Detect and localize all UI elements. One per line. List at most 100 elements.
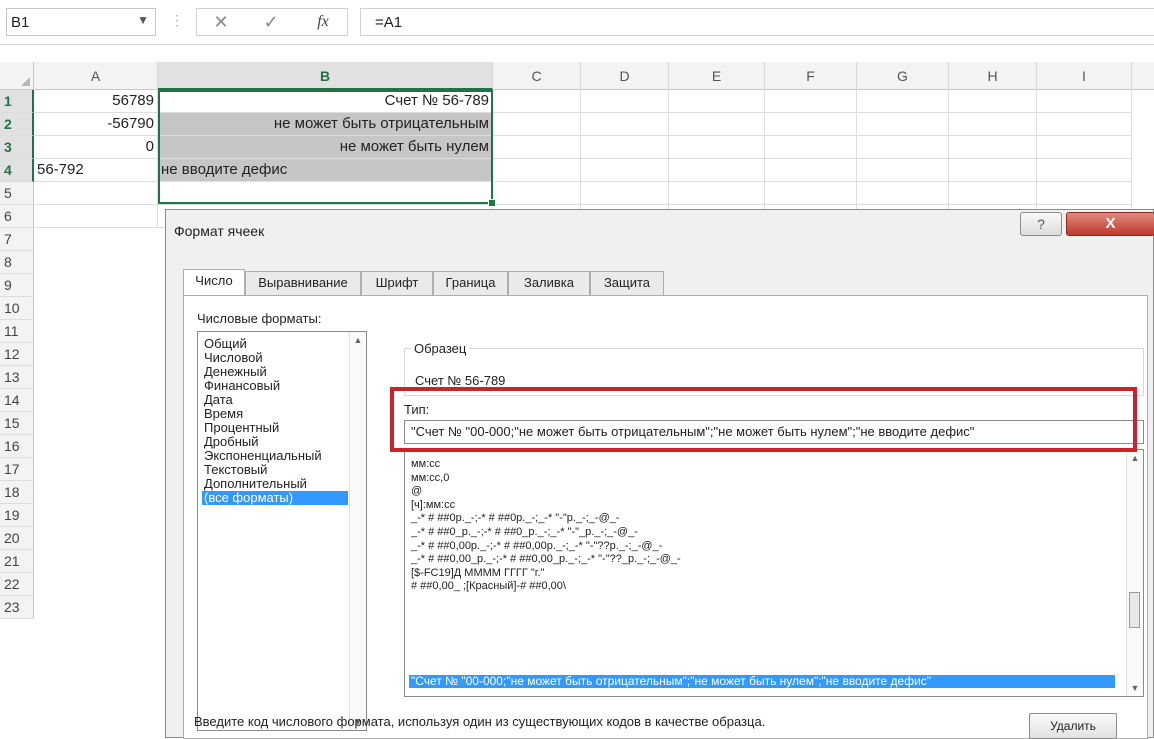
column-header-b[interactable]: B — [158, 62, 493, 90]
row-header-19[interactable]: 19 — [0, 504, 34, 527]
cell-i1[interactable] — [1037, 90, 1132, 113]
cell-d2[interactable] — [581, 113, 669, 136]
cell-c5[interactable] — [493, 182, 581, 205]
cell-i5[interactable] — [1037, 182, 1132, 205]
category-scrollbar[interactable]: ▲ ▼ — [349, 332, 366, 730]
category-item[interactable]: Общий — [204, 337, 247, 351]
cell-a1[interactable]: 56789 — [34, 90, 158, 113]
cell-c3[interactable] — [493, 136, 581, 159]
row-header-14[interactable]: 14 — [0, 389, 34, 412]
cell-e4[interactable] — [669, 159, 765, 182]
scroll-up-icon[interactable]: ▲ — [1127, 450, 1143, 466]
tab-font[interactable]: Шрифт — [361, 271, 433, 295]
row-header-1[interactable]: 1 — [0, 90, 34, 113]
format-code-item[interactable]: @ — [411, 485, 422, 498]
help-icon[interactable]: ? — [1020, 212, 1062, 236]
row-header-10[interactable]: 10 — [0, 297, 34, 320]
cell-d5[interactable] — [581, 182, 669, 205]
cell-g5[interactable] — [857, 182, 949, 205]
tab-protection[interactable]: Защита — [590, 271, 664, 295]
row-header-15[interactable]: 15 — [0, 412, 34, 435]
category-item[interactable]: Финансовый — [204, 379, 280, 393]
format-code-item[interactable]: мм:сс — [411, 458, 440, 471]
cell-h2[interactable] — [949, 113, 1037, 136]
format-code-item[interactable]: _-* # ##0р._-;-* # ##0р._-;_-* "-"р._-;_… — [411, 512, 620, 525]
format-code-item[interactable]: [ч]:мм:сс — [411, 499, 455, 512]
cell-e5[interactable] — [669, 182, 765, 205]
cell-d3[interactable] — [581, 136, 669, 159]
format-code-item[interactable]: [$-FC19]Д ММММ ГГГГ "г." — [411, 567, 544, 580]
format-code-item[interactable]: _-* # ##0_р._-;-* # ##0_р._-;_-* "-"_р._… — [411, 526, 638, 539]
cell-a5[interactable] — [34, 182, 158, 205]
cell-f3[interactable] — [765, 136, 857, 159]
row-header-6[interactable]: 6 — [0, 205, 34, 228]
cell-i3[interactable] — [1037, 136, 1132, 159]
row-header-7[interactable]: 7 — [0, 228, 34, 251]
tab-alignment[interactable]: Выравнивание — [245, 271, 361, 295]
row-header-20[interactable]: 20 — [0, 527, 34, 550]
category-item[interactable]: Текстовый — [204, 463, 267, 477]
format-scrollbar[interactable]: ▲ ▼ — [1126, 450, 1143, 696]
cell-g3[interactable] — [857, 136, 949, 159]
cell-h4[interactable] — [949, 159, 1037, 182]
formula-input[interactable]: =A1 — [360, 8, 1154, 36]
row-header-5[interactable]: 5 — [0, 182, 34, 205]
column-header-i[interactable]: I — [1037, 62, 1132, 90]
scroll-down-icon[interactable]: ▼ — [1127, 680, 1143, 696]
cell-e2[interactable] — [669, 113, 765, 136]
category-item[interactable]: Процентный — [204, 421, 279, 435]
category-item[interactable]: Экспоненциальный — [204, 449, 322, 463]
cell-c4[interactable] — [493, 159, 581, 182]
cell-d1[interactable] — [581, 90, 669, 113]
row-header-9[interactable]: 9 — [0, 274, 34, 297]
cell-i2[interactable] — [1037, 113, 1132, 136]
category-item[interactable]: Числовой — [204, 351, 263, 365]
cell-h3[interactable] — [949, 136, 1037, 159]
cell-c1[interactable] — [493, 90, 581, 113]
format-code-item[interactable]: _-* # ##0,00_р._-;-* # ##0,00_р._-;_-* "… — [411, 553, 681, 566]
cell-g1[interactable] — [857, 90, 949, 113]
column-header-h[interactable]: H — [949, 62, 1037, 90]
cell-a4[interactable]: 56-792 — [34, 159, 158, 182]
row-header-12[interactable]: 12 — [0, 343, 34, 366]
row-header-18[interactable]: 18 — [0, 481, 34, 504]
row-header-23[interactable]: 23 — [0, 596, 34, 619]
row-header-17[interactable]: 17 — [0, 458, 34, 481]
name-box[interactable]: B1 ▼ — [6, 8, 156, 36]
row-header-4[interactable]: 4 — [0, 159, 34, 182]
category-item[interactable]: Дата — [204, 393, 233, 407]
format-code-item[interactable]: мм:сс,0 — [411, 472, 449, 485]
row-header-3[interactable]: 3 — [0, 136, 34, 159]
row-header-22[interactable]: 22 — [0, 573, 34, 596]
tab-fill[interactable]: Заливка — [508, 271, 590, 295]
row-header-11[interactable]: 11 — [0, 320, 34, 343]
cell-f4[interactable] — [765, 159, 857, 182]
cell-e1[interactable] — [669, 90, 765, 113]
cell-h1[interactable] — [949, 90, 1037, 113]
category-item[interactable]: (все форматы) — [202, 491, 348, 505]
select-all-corner[interactable] — [0, 62, 34, 90]
chevron-down-icon[interactable]: ▼ — [137, 13, 149, 27]
row-header-8[interactable]: 8 — [0, 251, 34, 274]
cell-e3[interactable] — [669, 136, 765, 159]
category-item[interactable]: Время — [204, 407, 243, 421]
category-item[interactable]: Дополнительный — [204, 477, 307, 491]
cell-d4[interactable] — [581, 159, 669, 182]
close-icon[interactable]: X — [1066, 212, 1154, 236]
column-header-c[interactable]: C — [493, 62, 581, 90]
fill-handle[interactable] — [488, 199, 496, 207]
column-header-a[interactable]: A — [34, 62, 158, 90]
row-header-2[interactable]: 2 — [0, 113, 34, 136]
cell-g4[interactable] — [857, 159, 949, 182]
column-header-e[interactable]: E — [669, 62, 765, 90]
column-header-d[interactable]: D — [581, 62, 669, 90]
enter-icon[interactable]: ✓ — [250, 9, 292, 35]
category-item[interactable]: Денежный — [204, 365, 267, 379]
row-header-21[interactable]: 21 — [0, 550, 34, 573]
delete-button[interactable]: Удалить — [1029, 713, 1117, 739]
category-list[interactable]: Общий Числовой Денежный Финансовый Дата Время… — [197, 331, 367, 731]
cell-f1[interactable] — [765, 90, 857, 113]
row-header-16[interactable]: 16 — [0, 435, 34, 458]
cell-i4[interactable] — [1037, 159, 1132, 182]
cancel-icon[interactable]: ✕ — [200, 9, 242, 35]
